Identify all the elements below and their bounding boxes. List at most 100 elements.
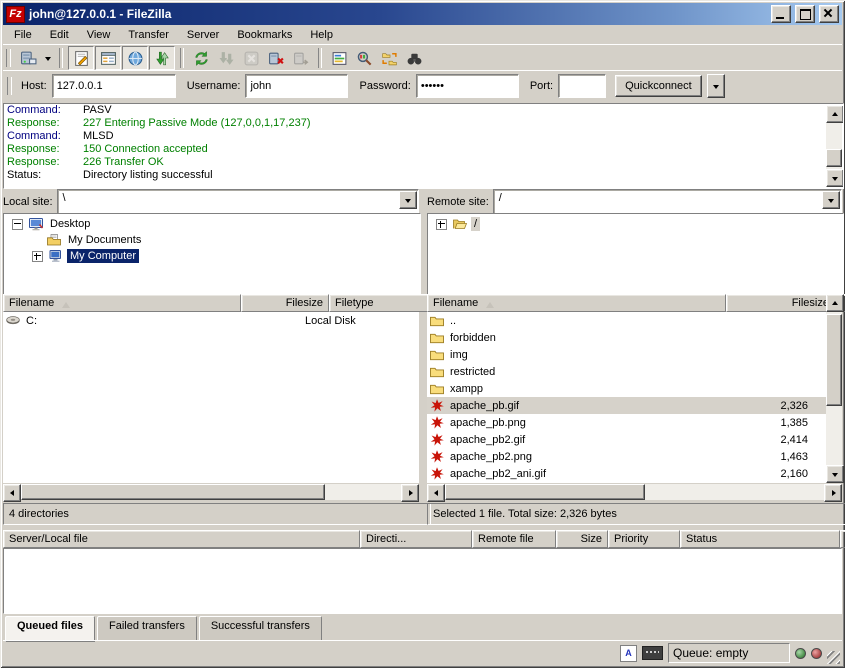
tab-queued-files[interactable]: Queued files	[5, 616, 95, 642]
toggle-message-log-button[interactable]	[68, 46, 94, 70]
menu-item-view[interactable]: View	[78, 27, 120, 43]
scroll-down-button[interactable]	[826, 169, 844, 187]
remote-file-row[interactable]: img	[427, 346, 826, 363]
tree-item-my-computer[interactable]: My Computer	[4, 248, 420, 264]
tab-failed-transfers[interactable]: Failed transfers	[97, 616, 197, 641]
scroll-thumb[interactable]	[21, 484, 325, 500]
scroll-thumb[interactable]	[826, 149, 842, 167]
scroll-track[interactable]	[826, 312, 842, 465]
host-input[interactable]	[52, 74, 176, 98]
file-size: 2,414	[780, 434, 808, 446]
local-site-combo[interactable]: \	[57, 189, 419, 215]
port-input[interactable]	[558, 74, 606, 98]
remote-horizontal-scrollbar[interactable]	[427, 484, 842, 500]
maximize-button[interactable]	[795, 5, 815, 23]
scroll-track[interactable]	[21, 484, 401, 500]
refresh-button[interactable]	[189, 47, 213, 69]
toolbar-grip	[6, 49, 11, 67]
directory-comparison-button[interactable]	[352, 47, 376, 69]
local-site-dropdown-button[interactable]	[399, 191, 417, 209]
column-header-filename[interactable]: Filename	[427, 294, 726, 312]
menu-item-help[interactable]: Help	[301, 27, 342, 43]
site-manager-dropdown-button[interactable]	[41, 47, 54, 69]
menu-item-bookmarks[interactable]: Bookmarks	[228, 27, 301, 43]
remote-file-row[interactable]: xampp	[427, 380, 826, 397]
toggle-remote-tree-button[interactable]	[122, 46, 148, 70]
column-header-filesize[interactable]: Filesize	[241, 294, 329, 312]
quickconnect-dropdown-button[interactable]	[707, 74, 725, 98]
queue-splitter[interactable]	[3, 523, 842, 530]
scroll-left-button[interactable]	[427, 484, 445, 502]
queue-column-size[interactable]: Size	[556, 530, 608, 548]
pane-splitter[interactable]	[419, 192, 427, 523]
dropdown-arrow-icon	[828, 199, 834, 206]
column-header-filename[interactable]: Filename	[3, 294, 241, 312]
remote-file-row-selected[interactable]: apache_pb.gif 2,326	[427, 397, 826, 414]
remote-file-row[interactable]: forbidden	[427, 329, 826, 346]
tree-item-desktop[interactable]: Desktop	[4, 216, 420, 232]
remote-site-combo[interactable]: /	[493, 189, 842, 215]
expand-icon[interactable]	[436, 219, 447, 230]
menu-item-edit[interactable]: Edit	[41, 27, 78, 43]
queue-column-status[interactable]: Status	[680, 530, 840, 548]
remote-file-row[interactable]: restricted	[427, 363, 826, 380]
queue-column-direction[interactable]: Directi...	[360, 530, 472, 548]
collapse-icon[interactable]	[12, 219, 23, 230]
remote-site-dropdown-button[interactable]	[822, 191, 840, 209]
username-label: Username:	[187, 80, 241, 92]
scroll-up-button[interactable]	[826, 294, 844, 312]
scroll-thumb[interactable]	[826, 314, 842, 406]
log-scrollbar[interactable]	[826, 105, 842, 187]
scroll-up-button[interactable]	[826, 105, 844, 123]
remote-file-row[interactable]: apache_pb2_ani.gif 2,160	[427, 465, 826, 482]
remote-file-row[interactable]: apache_pb2.gif 2,414	[427, 431, 826, 448]
disconnect-button[interactable]	[264, 47, 288, 69]
scroll-track[interactable]	[445, 484, 824, 500]
scroll-thumb[interactable]	[445, 484, 645, 500]
remote-file-row[interactable]: apache_pb.png 1,385	[427, 414, 826, 431]
queue-column-priority[interactable]: Priority	[608, 530, 680, 548]
site-manager-button[interactable]	[16, 47, 40, 69]
toggle-transfer-queue-button[interactable]	[149, 46, 175, 70]
filter-button[interactable]	[327, 47, 351, 69]
menu-item-server[interactable]: Server	[178, 27, 228, 43]
scroll-right-button[interactable]	[401, 484, 419, 502]
toggle-local-tree-button[interactable]	[95, 46, 121, 70]
tree-item-root[interactable]: /	[428, 216, 843, 232]
scroll-left-button[interactable]	[3, 484, 21, 502]
local-horizontal-scrollbar[interactable]	[3, 484, 419, 500]
menu-item-transfer[interactable]: Transfer	[119, 27, 178, 43]
synchronized-browsing-icon	[381, 50, 398, 67]
quickconnect-button[interactable]: Quickconnect	[615, 75, 702, 97]
scroll-right-button[interactable]	[824, 484, 842, 502]
log-line: Response:226 Transfer OK	[4, 156, 843, 169]
scroll-down-button[interactable]	[826, 465, 844, 483]
queue-column-server-local-file[interactable]: Server/Local file	[3, 530, 360, 548]
remote-tree-icon	[127, 50, 144, 67]
expand-icon[interactable]	[32, 251, 43, 262]
username-input[interactable]	[245, 74, 348, 98]
tree-item-my-documents[interactable]: My Documents	[4, 232, 420, 248]
tab-successful-transfers[interactable]: Successful transfers	[199, 616, 322, 641]
receive-indicator-led	[795, 648, 806, 659]
local-file-row[interactable]: C: Local Disk	[3, 312, 419, 329]
column-header-filesize[interactable]: Filesize	[726, 294, 835, 312]
queue-column-remote-file[interactable]: Remote file	[472, 530, 556, 548]
disconnect-icon	[268, 50, 285, 67]
find-files-button[interactable]	[402, 47, 426, 69]
message-log[interactable]: Command:PASV Response:227 Entering Passi…	[3, 103, 844, 189]
remote-file-row[interactable]: ..	[427, 312, 826, 329]
menu-item-file[interactable]: File	[5, 27, 41, 43]
remote-vertical-scrollbar[interactable]	[826, 294, 842, 483]
file-name: ..	[450, 315, 456, 327]
queue-list[interactable]	[3, 548, 842, 614]
local-site-value: \	[63, 192, 66, 204]
close-button[interactable]	[819, 5, 839, 23]
scroll-track[interactable]	[826, 123, 842, 169]
dropdown-arrow-icon	[405, 199, 411, 206]
synchronized-browsing-button[interactable]	[377, 47, 401, 69]
window-resize-grip[interactable]	[827, 651, 840, 664]
remote-file-row[interactable]: apache_pb2.png 1,463	[427, 448, 826, 465]
minimize-button[interactable]	[771, 5, 791, 23]
password-input[interactable]	[416, 74, 519, 98]
